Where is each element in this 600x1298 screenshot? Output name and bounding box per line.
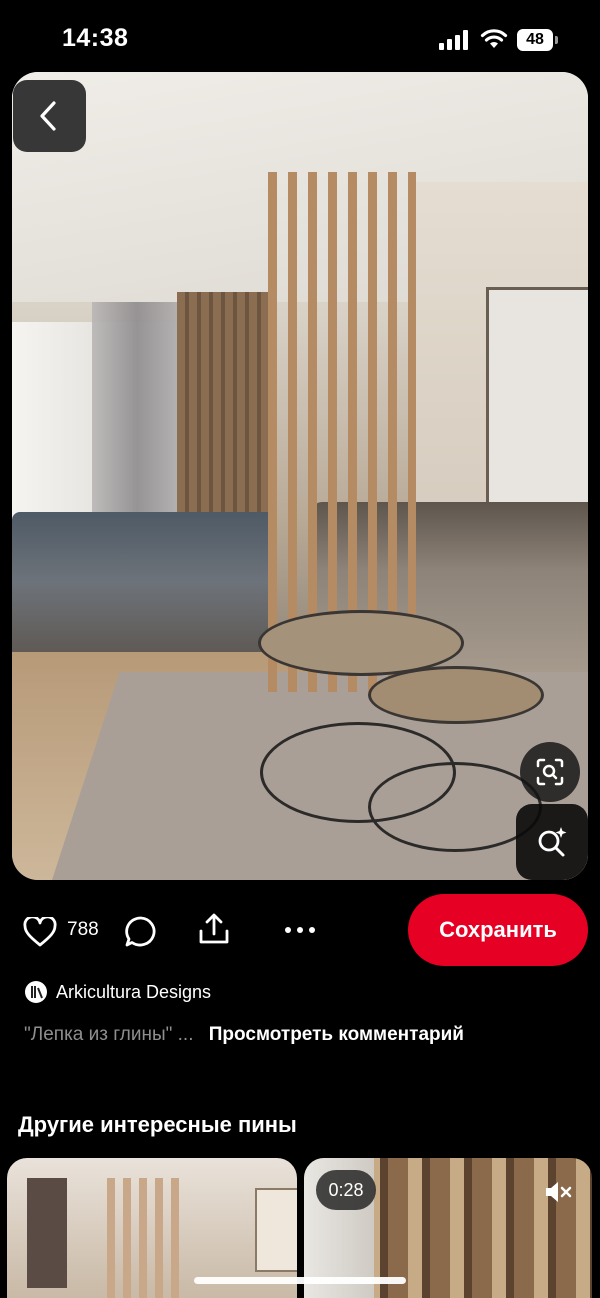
- save-button[interactable]: Сохранить: [408, 894, 588, 966]
- more-pins-title: Другие интересные пины: [18, 1112, 297, 1137]
- comment-preview: "Лепка из глины" ...: [24, 1024, 194, 1045]
- video-duration: 0:28: [316, 1170, 376, 1210]
- author-name: Arkicultura Designs: [56, 982, 212, 1002]
- chevron-left-icon: [40, 101, 56, 131]
- status-bar: 14:38 48: [0, 0, 600, 72]
- avatar: [25, 981, 47, 1003]
- magic-search-button[interactable]: [516, 804, 588, 880]
- visual-search-button[interactable]: [520, 742, 580, 802]
- battery-level: 48: [517, 29, 553, 51]
- status-time: 14:38: [62, 24, 129, 52]
- back-button[interactable]: [13, 80, 86, 152]
- comments-row[interactable]: "Лепка из глины" ... Просмотреть коммент…: [24, 1024, 464, 1046]
- pin-image[interactable]: [12, 72, 588, 880]
- home-indicator[interactable]: [194, 1277, 406, 1284]
- cellular-signal-icon: [439, 30, 468, 50]
- heart-icon[interactable]: [23, 917, 57, 947]
- wifi-icon: [480, 29, 508, 48]
- comment-bubble-icon[interactable]: [124, 915, 158, 949]
- view-comments-link[interactable]: Просмотреть комментарий: [209, 1024, 464, 1045]
- more-dots-icon[interactable]: [284, 925, 316, 935]
- magic-search-icon: [538, 827, 567, 857]
- like-count: 788: [67, 919, 99, 940]
- share-icon[interactable]: [197, 912, 231, 946]
- lens-search-icon: [536, 758, 564, 786]
- speaker-muted-icon[interactable]: [544, 1180, 572, 1204]
- battery-icon: 48: [517, 29, 559, 51]
